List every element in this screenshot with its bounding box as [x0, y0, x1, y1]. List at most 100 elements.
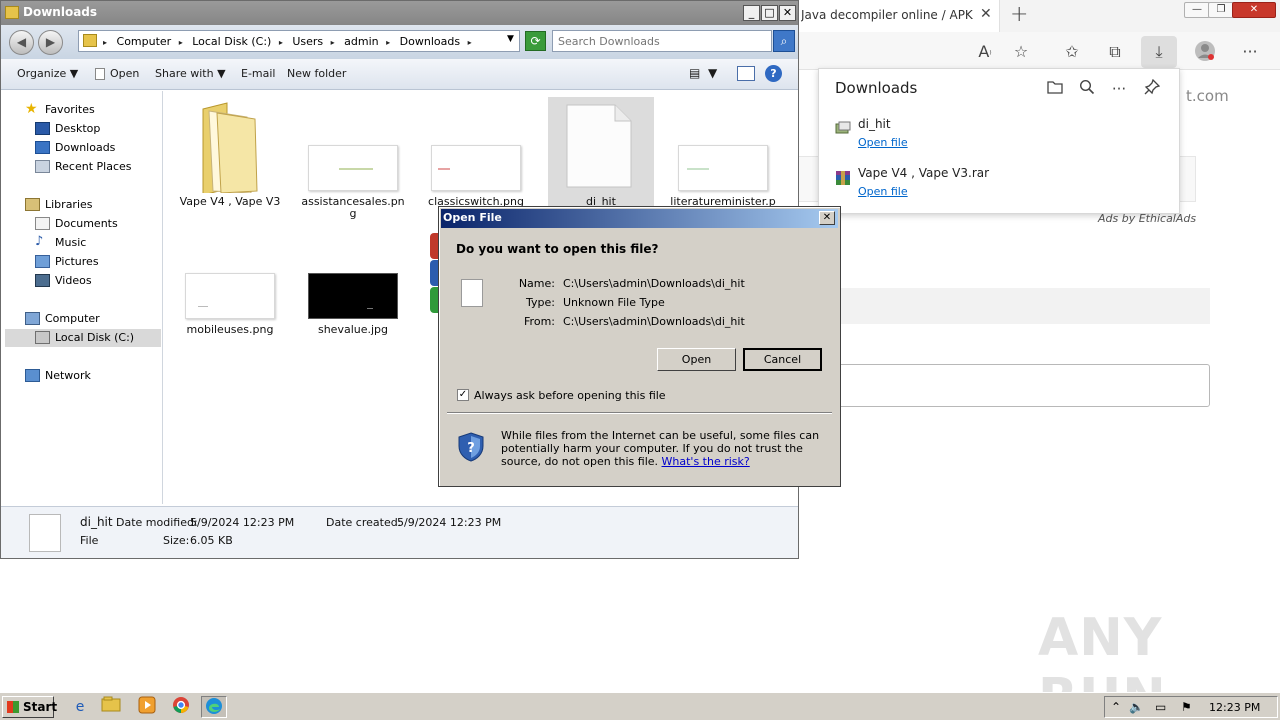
explorer-icon[interactable] [98, 696, 124, 718]
dialog-title: Open File [443, 211, 502, 224]
browser-close-button[interactable]: ✕ [1232, 2, 1276, 18]
nav-local-disk[interactable]: Local Disk (C:) [5, 329, 161, 347]
search-input[interactable] [553, 31, 771, 51]
tab-close-icon[interactable]: ✕ [980, 6, 992, 22]
nav-videos[interactable]: Videos [5, 272, 161, 290]
chevron-down-icon[interactable]: ▼ [507, 34, 514, 44]
more-options-icon[interactable]: ··· [1109, 79, 1129, 99]
search-downloads-icon[interactable] [1077, 79, 1097, 99]
network-icon [25, 369, 40, 382]
file-item[interactable]: literatureminister.p [670, 97, 776, 217]
file-item[interactable]: Vape V4 , Vape V3 [177, 97, 283, 217]
nav-documents[interactable]: Documents [5, 215, 161, 233]
nav-network[interactable]: Network [5, 367, 161, 385]
nav-computer[interactable]: Computer [5, 310, 161, 328]
open-file-link[interactable]: Open file [858, 185, 908, 198]
forward-button[interactable]: ▶ [38, 30, 63, 55]
file-name: mobileuses.png [186, 323, 274, 336]
cancel-button[interactable]: Cancel [743, 348, 822, 371]
download-item[interactable]: Vape V4 , Vape V3.rar Open file [819, 164, 1179, 208]
refresh-button[interactable]: ⟳ [525, 31, 546, 51]
collections-icon[interactable]: ⧉ [1103, 40, 1127, 64]
file-item[interactable]: di_hit [548, 97, 654, 217]
download-item[interactable]: di_hit Open file [819, 115, 1179, 159]
browser-tab[interactable]: Java decompiler online / APK dec ✕ [798, 0, 1000, 32]
open-button[interactable]: Open [95, 67, 139, 80]
dialog-title-bar[interactable]: Open File ✕ [441, 209, 838, 228]
downloads-panel: Downloads ··· di_hit Open file Vape V4 ,… [818, 68, 1180, 214]
nav-desktop[interactable]: Desktop [5, 120, 161, 138]
share-with-button[interactable]: Share with ▼ [155, 67, 226, 80]
pin-icon[interactable] [1142, 78, 1162, 99]
new-folder-button[interactable]: New folder [287, 67, 346, 80]
maximize-button[interactable]: □ [761, 5, 778, 21]
volume-icon[interactable]: 🔈 [1129, 700, 1144, 714]
start-button[interactable]: Start [2, 696, 57, 718]
navigation-pane: ★ Favorites Desktop Downloads Recent Pla… [5, 91, 163, 504]
whats-the-risk-link[interactable]: What's the risk? [662, 455, 750, 468]
organize-button[interactable]: Organize ▼ [17, 67, 78, 80]
show-hidden-icons-icon[interactable]: ⌃ [1111, 700, 1121, 714]
file-item[interactable]: classicswitch.png [423, 97, 529, 217]
more-icon[interactable]: ··· [1238, 40, 1262, 64]
chevron-right-icon[interactable]: ▸ [179, 38, 183, 47]
help-icon[interactable]: ? [765, 65, 782, 82]
search-box[interactable] [552, 30, 772, 52]
file-item[interactable]: assistancesales.png [300, 97, 406, 220]
search-icon[interactable]: ⌕ [773, 30, 795, 52]
nav-libraries[interactable]: Libraries [5, 196, 161, 214]
add-favorite-icon[interactable]: ☆ [1009, 40, 1033, 64]
downloads-icon[interactable]: ⤓ [1141, 36, 1177, 68]
breadcrumb-computer[interactable]: Computer [117, 35, 172, 48]
network-status-icon[interactable]: ▭ [1155, 700, 1166, 714]
ie-icon[interactable]: e [67, 696, 93, 718]
change-view-icon[interactable]: ▤ ▼ [689, 66, 717, 80]
media-player-icon[interactable] [134, 696, 160, 718]
profile-icon[interactable] [1193, 40, 1217, 64]
file-item[interactable]: mobileuses.png [177, 225, 283, 345]
chrome-icon[interactable] [168, 696, 194, 718]
chevron-right-icon[interactable]: ▸ [468, 38, 472, 47]
always-ask-label[interactable]: Always ask before opening this file [474, 389, 666, 402]
nav-recent-places[interactable]: Recent Places [5, 158, 161, 176]
breadcrumb-users[interactable]: Users [292, 35, 323, 48]
nav-pictures[interactable]: Pictures [5, 253, 161, 271]
taskbar: Start e ⌃ 🔈 ▭ ⚑ 12:23 PM [0, 692, 1280, 720]
action-center-icon[interactable]: ⚑ [1181, 700, 1192, 714]
preview-pane-icon[interactable] [737, 66, 755, 81]
breadcrumb-local-disk[interactable]: Local Disk (C:) [192, 35, 271, 48]
chevron-right-icon[interactable]: ▸ [279, 38, 283, 47]
nav-downloads[interactable]: Downloads [5, 139, 161, 157]
clock[interactable]: 12:23 PM [1209, 701, 1260, 714]
email-button[interactable]: E-mail [241, 67, 276, 80]
explorer-title-bar[interactable]: Downloads _ □ ✕ [1, 1, 798, 25]
nav-music[interactable]: ♪ Music [5, 234, 161, 252]
open-button[interactable]: Open [657, 348, 736, 371]
folder-icon [202, 102, 258, 193]
back-button[interactable]: ◀ [9, 30, 34, 55]
address-bar[interactable]: ▸ Computer ▸ Local Disk (C:) ▸ Users ▸ a… [78, 30, 520, 52]
videos-icon [35, 274, 50, 287]
read-aloud-icon[interactable]: A⁾ [973, 40, 997, 64]
always-ask-checkbox[interactable]: ✓ [457, 389, 469, 401]
browser-maximize-button[interactable]: ❐ [1208, 2, 1234, 18]
page-input-box[interactable] [838, 364, 1210, 407]
minimize-button[interactable]: _ [743, 5, 760, 21]
file-item[interactable]: shevalue.jpg [300, 225, 406, 345]
dialog-close-button[interactable]: ✕ [819, 211, 835, 225]
details-modified-label: Date modified: [116, 516, 198, 529]
close-button[interactable]: ✕ [779, 5, 796, 21]
chevron-right-icon[interactable]: ▸ [103, 38, 107, 47]
chevron-right-icon[interactable]: ▸ [331, 38, 335, 47]
open-file-link[interactable]: Open file [858, 136, 908, 149]
new-tab-icon[interactable]: + [1010, 2, 1028, 27]
nav-favorites[interactable]: ★ Favorites [5, 101, 161, 119]
favorites-icon[interactable]: ✩ [1060, 40, 1084, 64]
browser-minimize-button[interactable]: — [1184, 2, 1210, 18]
edge-icon[interactable] [201, 696, 227, 718]
breadcrumb-admin[interactable]: admin [344, 35, 378, 48]
chevron-right-icon[interactable]: ▸ [386, 38, 390, 47]
open-folder-icon[interactable] [1045, 79, 1065, 99]
breadcrumb-downloads[interactable]: Downloads [400, 35, 460, 48]
details-created-value: 5/9/2024 12:23 PM [397, 516, 502, 529]
